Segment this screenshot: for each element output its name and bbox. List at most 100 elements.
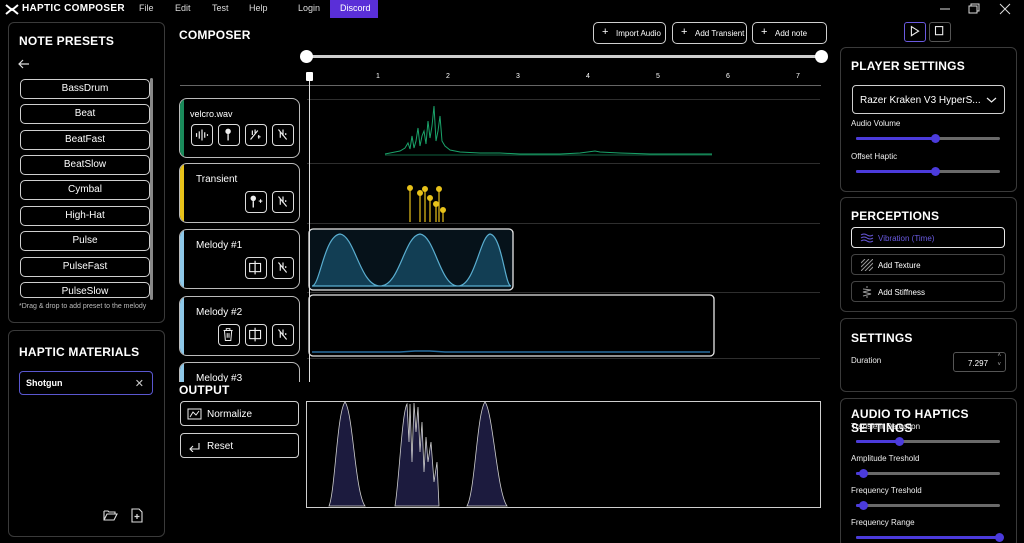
track-color-bar	[180, 297, 184, 355]
stepper-down-icon[interactable]: ˅	[997, 362, 1001, 368]
split-icon[interactable]	[245, 257, 267, 279]
import-audio-button[interactable]: + Import Audio	[593, 22, 666, 44]
preset-pulse[interactable]: Pulse	[20, 231, 150, 251]
close-window-icon[interactable]	[998, 3, 1012, 15]
slider-knob[interactable]	[859, 469, 868, 478]
trash-icon[interactable]	[218, 324, 240, 346]
track-melody-3[interactable]: Melody #3	[179, 362, 300, 382]
menu-test[interactable]: Test	[212, 3, 229, 13]
frequency-threshold-label: Frequency Treshold	[851, 486, 922, 495]
frequency-range-label: Frequency Range	[851, 518, 915, 527]
audio-volume-slider[interactable]	[856, 134, 1000, 143]
mute-haptic-icon[interactable]	[272, 124, 294, 146]
slider-knob[interactable]	[995, 533, 1004, 542]
track-melody-1[interactable]: Melody #1	[179, 229, 300, 289]
slider-fill	[856, 170, 935, 173]
presets-scrollbar[interactable]	[150, 78, 153, 300]
playhead-handle[interactable]	[306, 72, 313, 81]
track-color-bar	[180, 99, 184, 157]
stop-icon	[934, 26, 944, 36]
slider-fill	[856, 536, 1000, 539]
restore-icon[interactable]	[967, 3, 981, 15]
transient-detection-label: Transient Detection	[851, 422, 921, 431]
add-transient-icon[interactable]	[245, 191, 267, 213]
slider-knob[interactable]	[931, 134, 940, 143]
track-audio-velcro[interactable]: velcro.wav	[179, 98, 300, 158]
melody-2-note-block[interactable]	[308, 294, 715, 357]
add-texture-button[interactable]: Add Texture	[851, 254, 1005, 275]
preset-beat[interactable]: Beat	[20, 104, 150, 124]
slider-fill	[856, 137, 935, 140]
close-icon[interactable]: ✕	[135, 377, 144, 390]
menu-discord[interactable]: Discord	[330, 0, 378, 18]
offset-haptic-slider[interactable]	[856, 167, 1000, 176]
track-name: Melody #1	[196, 240, 243, 251]
material-item-shotgun[interactable]: Shotgun ✕	[19, 371, 153, 395]
slider-knob[interactable]	[859, 501, 868, 510]
frequency-threshold-slider[interactable]	[856, 501, 1000, 510]
device-select[interactable]: Razer Kraken V3 HyperS...	[852, 85, 1005, 114]
vibration-time-button[interactable]: Vibration (Time)	[851, 227, 1005, 248]
slider-knob[interactable]	[895, 437, 904, 446]
preset-beatfast[interactable]: BeatFast	[20, 130, 150, 150]
mute-haptic-icon[interactable]	[272, 191, 294, 213]
folder-open-icon[interactable]	[103, 509, 118, 522]
magic-wand-icon[interactable]	[245, 124, 267, 146]
pin-icon[interactable]	[218, 124, 240, 146]
new-file-icon[interactable]	[131, 508, 143, 523]
menu-edit[interactable]: Edit	[175, 3, 191, 13]
ruler-tick-2: 2	[446, 73, 450, 80]
app-title: HAPTIC COMPOSER	[22, 3, 125, 14]
transient-detection-slider[interactable]	[856, 437, 1000, 446]
preset-cymbal[interactable]: Cymbal	[20, 180, 150, 200]
play-icon	[910, 25, 920, 37]
track-name: velcro.wav	[190, 109, 233, 119]
menu-login[interactable]: Login	[298, 3, 320, 13]
preset-pulsefast[interactable]: PulseFast	[20, 257, 150, 277]
mute-haptic-icon[interactable]	[272, 324, 294, 346]
preset-high-hat[interactable]: High-Hat	[20, 206, 150, 226]
offset-haptic-label: Offset Haptic	[851, 152, 898, 161]
track-transient[interactable]: Transient	[179, 163, 300, 223]
mute-haptic-icon[interactable]	[272, 257, 294, 279]
play-button[interactable]	[904, 22, 926, 42]
output-waveform	[328, 401, 508, 507]
stop-button[interactable]	[929, 22, 951, 42]
reset-button[interactable]: Reset	[180, 433, 299, 458]
playhead-line	[309, 81, 310, 382]
material-label: Shotgun	[26, 378, 63, 388]
track-color-bar	[180, 164, 184, 222]
frequency-range-slider[interactable]	[856, 533, 1004, 542]
minimize-icon[interactable]	[938, 3, 952, 15]
normalize-button[interactable]: Normalize	[180, 401, 299, 426]
menu-file[interactable]: File	[139, 3, 154, 13]
waveform-icon[interactable]	[191, 124, 213, 146]
add-note-button[interactable]: + Add note	[752, 22, 827, 44]
melody-1-note-block[interactable]	[308, 228, 514, 291]
plus-icon: +	[761, 26, 768, 38]
timeline-scroll-start-handle[interactable]	[300, 50, 313, 63]
texture-icon	[861, 259, 873, 271]
slider-knob[interactable]	[931, 167, 940, 176]
duration-value: 7.297	[968, 359, 989, 368]
stepper-up-icon[interactable]: ˄	[997, 353, 1001, 359]
menu-help[interactable]: Help	[249, 3, 268, 13]
note-presets-title: NOTE PRESETS	[19, 34, 115, 48]
track-melody-2[interactable]: Melody #2	[179, 296, 300, 356]
preset-pulseslow[interactable]: PulseSlow	[20, 282, 150, 298]
preset-beatslow[interactable]: BeatSlow	[20, 155, 150, 175]
split-icon[interactable]	[245, 324, 267, 346]
player-settings-title: PLAYER SETTINGS	[851, 59, 965, 73]
duration-field[interactable]: 7.297 ˄ ˅	[953, 352, 1006, 372]
add-transient-button[interactable]: + Add Transient	[672, 22, 747, 44]
preset-bassdrum[interactable]: BassDrum	[20, 79, 150, 99]
composer-title: COMPOSER	[179, 28, 251, 42]
haptic-materials-title: HAPTIC MATERIALS	[19, 345, 140, 359]
add-stiffness-button[interactable]: Add Stiffness	[851, 281, 1005, 302]
timeline-scroll-track[interactable]	[306, 55, 822, 58]
timeline-scroll-end-handle[interactable]	[815, 50, 828, 63]
presets-hint: *Drag & drop to add preset to the melody	[19, 303, 147, 310]
back-arrow-icon[interactable]	[18, 59, 30, 69]
app-logo-icon	[5, 4, 19, 15]
amplitude-threshold-slider[interactable]	[856, 469, 1000, 478]
